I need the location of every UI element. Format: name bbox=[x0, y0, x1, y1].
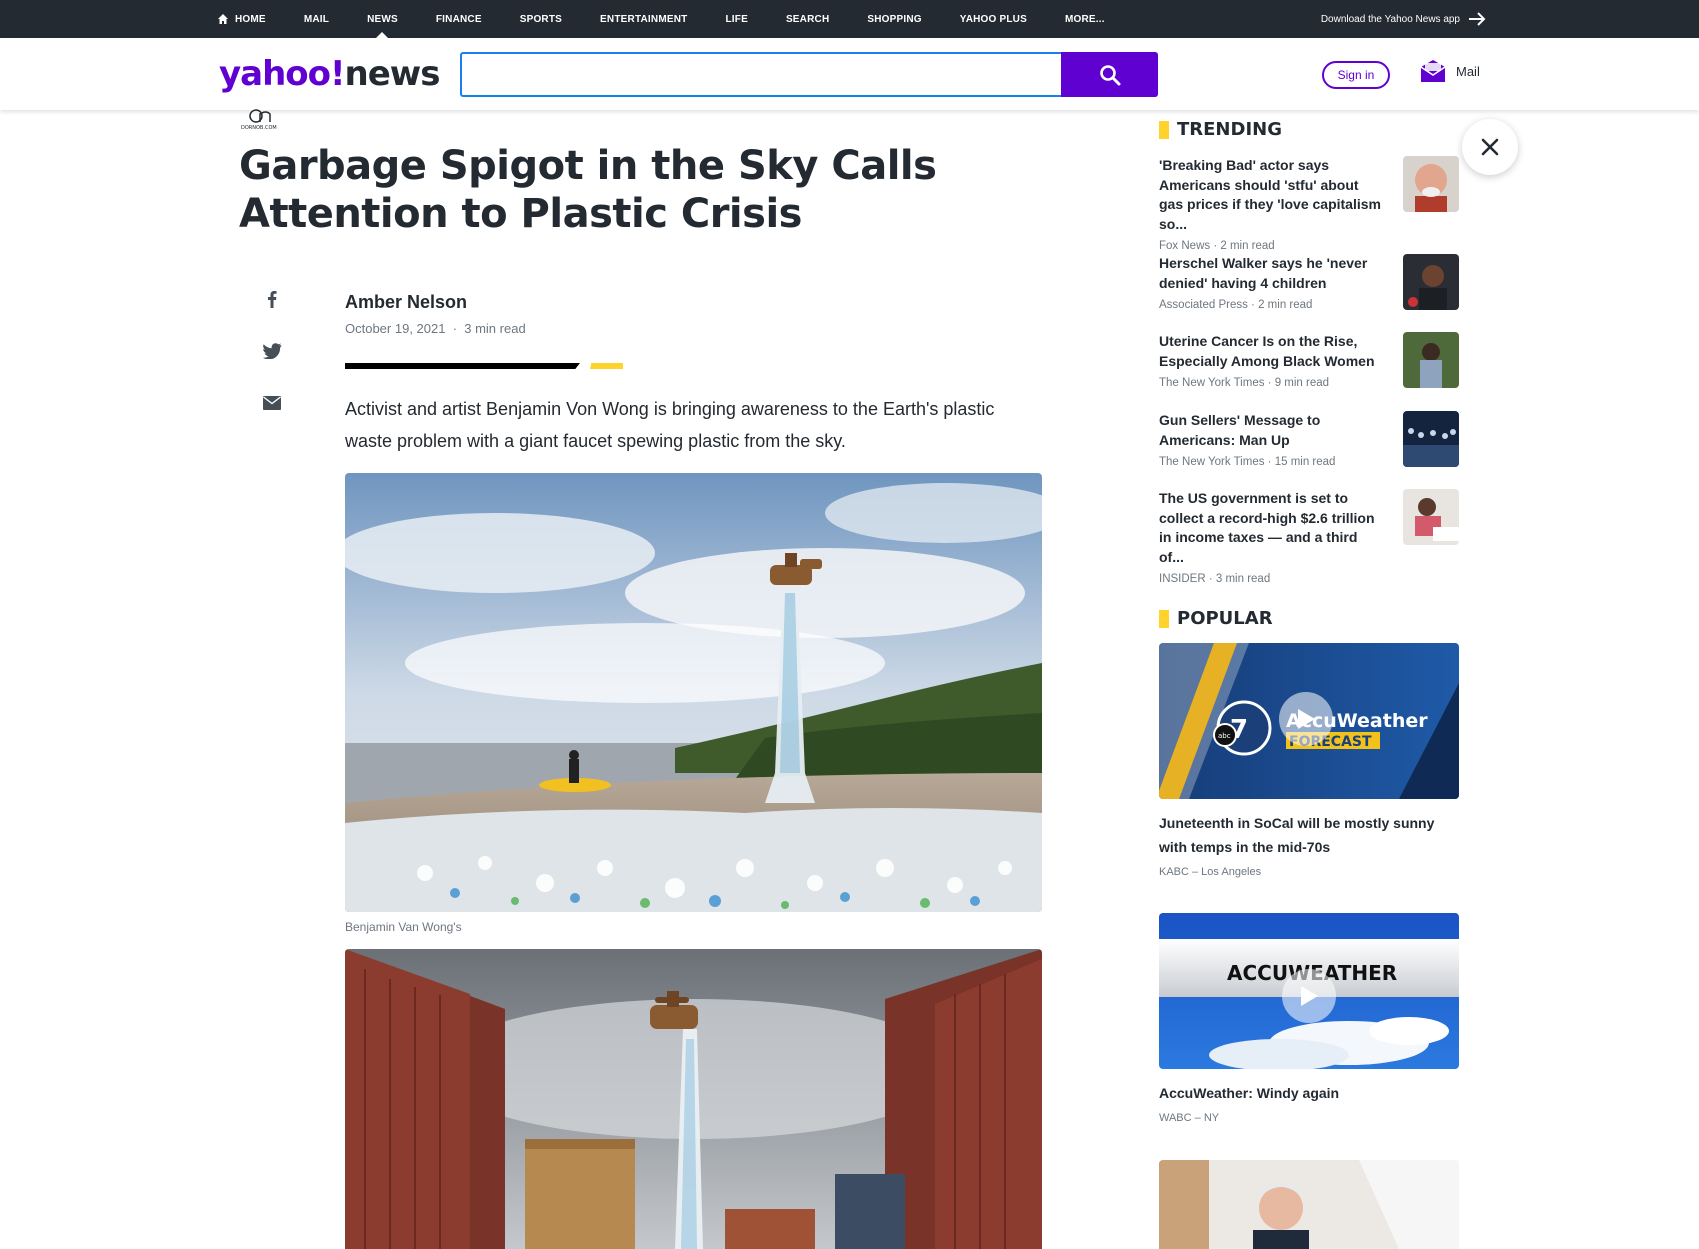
divider-accent bbox=[590, 363, 623, 369]
trending-source: The New York Times bbox=[1159, 377, 1265, 389]
site-header: yahoo!news Sign in Mail bbox=[0, 38, 1699, 110]
nav-home-label: HOME bbox=[235, 13, 266, 25]
share-twitter[interactable] bbox=[262, 343, 282, 396]
nav-entertainment[interactable]: ENTERTAINMENT bbox=[600, 0, 687, 38]
popular-heading: POPULAR bbox=[1159, 608, 1273, 629]
popular-title[interactable]: Juneteenth in SoCal will be mostly sunny… bbox=[1159, 811, 1459, 859]
popular-video-thumbnail[interactable]: 7 abc AccuWeather FORECAST bbox=[1159, 643, 1459, 799]
author-name[interactable]: Amber Nelson bbox=[345, 292, 467, 313]
trending-meta: Fox News · 2 min read bbox=[1159, 240, 1275, 252]
trending-thumbnail bbox=[1403, 254, 1459, 310]
publish-date: October 19, 2021 bbox=[345, 321, 446, 336]
trending-item[interactable]: Herschel Walker says he 'never denied' h… bbox=[1159, 254, 1459, 311]
play-button[interactable] bbox=[1279, 692, 1333, 746]
top-nav: HOME MAIL NEWS FINANCE SPORTS ENTERTAINM… bbox=[217, 0, 1143, 38]
article-meta: October 19, 2021 · 3 min read bbox=[345, 321, 526, 336]
nav-shopping[interactable]: SHOPPING bbox=[867, 0, 921, 38]
arrow-right-icon bbox=[1469, 12, 1486, 26]
close-button[interactable] bbox=[1462, 119, 1518, 175]
trending-item[interactable]: The US government is set to collect a re… bbox=[1159, 489, 1459, 585]
trending-meta: INSIDER · 3 min read bbox=[1159, 573, 1271, 585]
search-button[interactable] bbox=[1061, 52, 1158, 97]
popular-source: KABC – Los Angeles bbox=[1159, 866, 1262, 878]
nav-sports[interactable]: SPORTS bbox=[520, 0, 562, 38]
trending-item[interactable]: Gun Sellers' Message to Americans: Man U… bbox=[1159, 411, 1459, 468]
svg-text:DORNOB.COM: DORNOB.COM bbox=[241, 125, 277, 130]
read-time: 3 min read bbox=[464, 321, 526, 336]
mail-label: Mail bbox=[1456, 63, 1480, 79]
containers-faucet-photo bbox=[345, 949, 1042, 1249]
trending-title: Uterine Cancer Is on the Rise, Especiall… bbox=[1159, 333, 1375, 369]
trending-source: The New York Times bbox=[1159, 456, 1265, 468]
twitter-icon bbox=[262, 343, 282, 359]
play-button[interactable] bbox=[1282, 969, 1336, 1023]
nav-more[interactable]: MORE... bbox=[1065, 0, 1105, 38]
download-app-link[interactable]: Download the Yahoo News app bbox=[1321, 0, 1486, 38]
trending-read-time: 9 min read bbox=[1274, 377, 1330, 389]
nav-yahoo-plus[interactable]: YAHOO PLUS bbox=[960, 0, 1027, 38]
dornob-logo-icon: DORNOB.COM bbox=[241, 109, 277, 131]
trending-heading: TRENDING bbox=[1159, 119, 1282, 140]
popular-video-thumbnail[interactable]: ACCUWEATHER bbox=[1159, 913, 1459, 1069]
share-bar bbox=[262, 290, 282, 449]
article-image-beach-faucet[interactable] bbox=[345, 473, 1042, 912]
trending-read-time: 2 min read bbox=[1258, 299, 1313, 311]
logo-yahoo-text: yahoo! bbox=[219, 54, 346, 94]
nav-search[interactable]: SEARCH bbox=[786, 0, 829, 38]
facebook-icon bbox=[268, 291, 277, 308]
svg-text:abc: abc bbox=[1218, 732, 1231, 740]
image-caption: Benjamin Van Wong's bbox=[345, 920, 462, 934]
trending-title: 'Breaking Bad' actor says Americans shou… bbox=[1159, 157, 1381, 232]
trending-source: Associated Press bbox=[1159, 299, 1248, 311]
search-icon bbox=[1099, 64, 1120, 85]
article-lede: Activist and artist Benjamin Von Wong is… bbox=[345, 399, 995, 451]
trending-source: Fox News bbox=[1159, 240, 1211, 252]
beach-faucet-photo bbox=[345, 473, 1042, 912]
popular-thumbnail[interactable] bbox=[1159, 1160, 1459, 1249]
trending-item[interactable]: 'Breaking Bad' actor says Americans shou… bbox=[1159, 156, 1459, 252]
share-email[interactable] bbox=[262, 396, 282, 449]
close-icon bbox=[1481, 138, 1499, 156]
popular-title[interactable]: AccuWeather: Windy again bbox=[1159, 1081, 1459, 1105]
sign-in-button[interactable]: Sign in bbox=[1322, 61, 1390, 89]
trending-thumbnail bbox=[1403, 411, 1459, 467]
trending-title: The US government is set to collect a re… bbox=[1159, 490, 1375, 565]
play-icon bbox=[1298, 709, 1315, 729]
search-box bbox=[460, 52, 1158, 97]
trending-read-time: 3 min read bbox=[1215, 573, 1271, 585]
home-icon bbox=[218, 14, 228, 24]
article-image-containers-faucet[interactable] bbox=[345, 949, 1042, 1249]
trending-thumbnail bbox=[1403, 332, 1459, 388]
share-facebook[interactable] bbox=[262, 290, 282, 343]
trending-title: Gun Sellers' Message to Americans: Man U… bbox=[1159, 412, 1321, 448]
trending-thumbnail bbox=[1403, 489, 1459, 545]
source-logo[interactable]: DORNOB.COM bbox=[240, 108, 280, 131]
nav-life[interactable]: LIFE bbox=[725, 0, 747, 38]
download-app-label: Download the Yahoo News app bbox=[1320, 13, 1460, 25]
nav-mail[interactable]: MAIL bbox=[304, 0, 329, 38]
email-icon bbox=[263, 396, 281, 410]
popular-person-image bbox=[1159, 1160, 1459, 1249]
divider-bar bbox=[345, 363, 580, 369]
mail-icon bbox=[1420, 60, 1446, 82]
trending-read-time: 15 min read bbox=[1274, 456, 1336, 468]
mail-link[interactable]: Mail bbox=[1420, 59, 1480, 83]
trending-source: INSIDER bbox=[1159, 573, 1206, 585]
popular-source: WABC – NY bbox=[1159, 1112, 1220, 1124]
article-title: Garbage Spigot in the Sky Calls Attentio… bbox=[239, 143, 937, 237]
nav-news[interactable]: NEWS bbox=[367, 0, 398, 38]
yahoo-news-logo[interactable]: yahoo!news bbox=[219, 54, 441, 94]
logo-news-text: news bbox=[344, 54, 441, 94]
trending-thumbnail bbox=[1403, 156, 1459, 212]
trending-item[interactable]: Uterine Cancer Is on the Rise, Especiall… bbox=[1159, 332, 1459, 389]
nav-finance[interactable]: FINANCE bbox=[436, 0, 482, 38]
play-icon bbox=[1301, 986, 1318, 1006]
search-input[interactable] bbox=[462, 54, 1059, 95]
trending-title: Herschel Walker says he 'never denied' h… bbox=[1159, 255, 1368, 291]
top-nav-bar: HOME MAIL NEWS FINANCE SPORTS ENTERTAINM… bbox=[0, 0, 1699, 38]
trending-read-time: 2 min read bbox=[1220, 240, 1275, 252]
nav-home[interactable]: HOME bbox=[217, 0, 266, 38]
